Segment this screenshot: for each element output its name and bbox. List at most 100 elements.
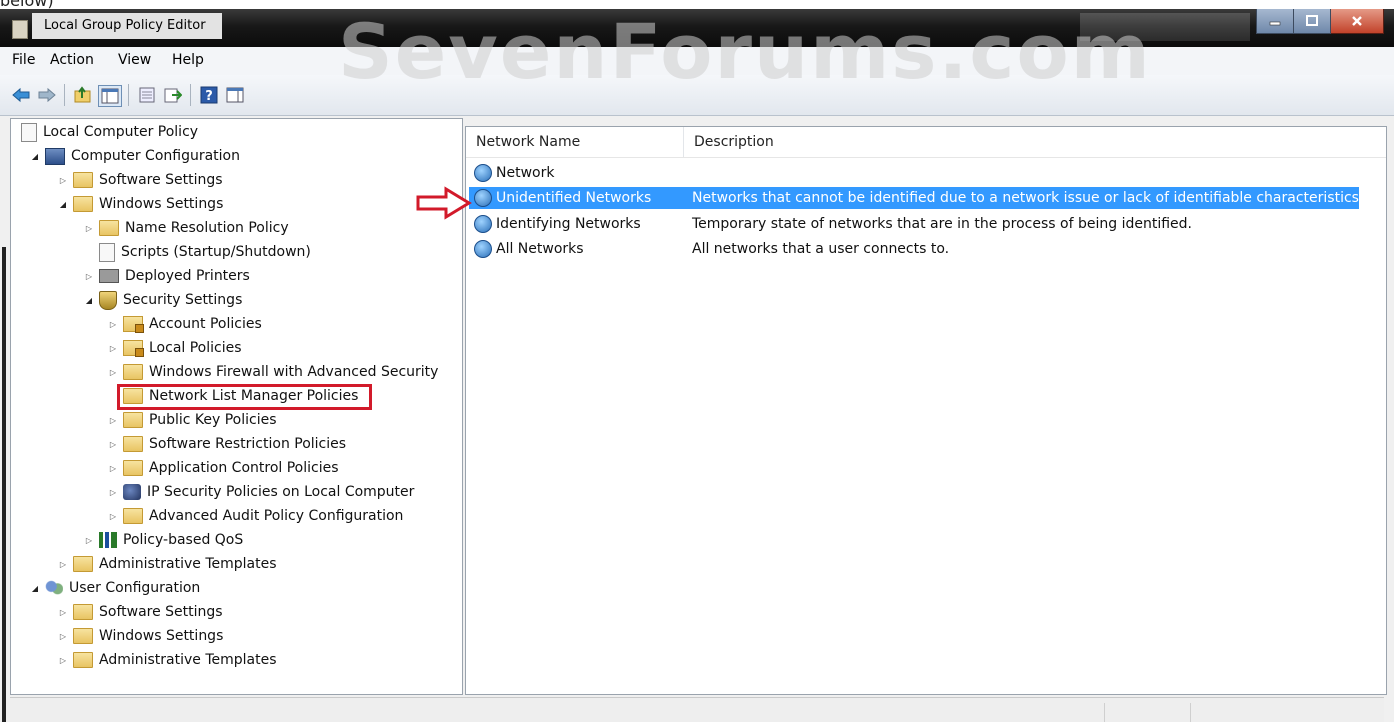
tree-item-computer-configuration[interactable]: ◢ Computer Configuration bbox=[29, 145, 240, 167]
network-name: Identifying Networks bbox=[496, 216, 641, 232]
annotation-highlight-box bbox=[117, 384, 372, 410]
tree-item-user-administrative-templates[interactable]: ▷ Administrative Templates bbox=[57, 649, 277, 671]
list-row-identifying-networks[interactable]: Identifying Networks Temporary state of … bbox=[469, 213, 1359, 235]
expand-arrow-icon[interactable]: ▷ bbox=[57, 176, 69, 185]
expand-arrow-icon[interactable]: ▷ bbox=[83, 224, 95, 233]
locked-folder-icon bbox=[123, 340, 144, 357]
users-icon bbox=[45, 580, 63, 596]
maximize-icon bbox=[1306, 15, 1318, 26]
show-hide-console-tree-button[interactable] bbox=[98, 85, 122, 107]
menu-help[interactable]: Help bbox=[172, 52, 204, 68]
tree-item-label: Windows Settings bbox=[99, 196, 224, 212]
printer-icon bbox=[99, 269, 119, 283]
expand-arrow-icon[interactable]: ▷ bbox=[83, 536, 95, 545]
menu-view[interactable]: View bbox=[118, 52, 151, 68]
expand-arrow-icon[interactable]: ▷ bbox=[57, 560, 69, 569]
tree-item-windows-firewall[interactable]: ▷ Windows Firewall with Advanced Securit… bbox=[107, 361, 438, 383]
tree-item-account-policies[interactable]: ▷ Account Policies bbox=[107, 313, 262, 335]
gpedit-app-icon bbox=[12, 20, 28, 39]
tree-item-label: Local Policies bbox=[149, 340, 242, 356]
export-list-button[interactable] bbox=[162, 85, 184, 105]
expand-arrow-icon[interactable]: ▷ bbox=[107, 440, 119, 449]
tree-item-label: Account Policies bbox=[149, 316, 262, 332]
expand-arrow-icon[interactable]: ▷ bbox=[57, 608, 69, 617]
back-button[interactable] bbox=[10, 85, 32, 105]
expand-arrow-icon[interactable]: ▷ bbox=[83, 272, 95, 281]
tree-item-public-key-policies[interactable]: ▷ Public Key Policies bbox=[107, 409, 277, 431]
tree-item-administrative-templates[interactable]: ▷ Administrative Templates bbox=[57, 553, 277, 575]
expand-arrow-icon[interactable]: ▷ bbox=[107, 368, 119, 377]
tree-item-ip-security-policies[interactable]: ▷ IP Security Policies on Local Computer bbox=[107, 481, 414, 503]
close-icon bbox=[1352, 16, 1362, 26]
maximize-button[interactable] bbox=[1294, 9, 1331, 34]
show-hide-action-pane-button[interactable] bbox=[224, 85, 246, 105]
list-row-all-networks[interactable]: All Networks All networks that a user co… bbox=[469, 238, 1359, 260]
menu-file[interactable]: File bbox=[12, 52, 35, 68]
network-icon bbox=[474, 189, 492, 207]
tree-item-security-settings[interactable]: ◢ Security Settings bbox=[83, 289, 242, 311]
network-description: Networks that cannot be identified due t… bbox=[692, 190, 1364, 206]
tree-item-deployed-printers[interactable]: ▷ Deployed Printers bbox=[83, 265, 250, 287]
column-header-description[interactable]: Description bbox=[684, 127, 1384, 157]
collapse-arrow-icon[interactable]: ◢ bbox=[29, 152, 41, 161]
security-shield-icon bbox=[99, 290, 117, 310]
tree-item-user-software-settings[interactable]: ▷ Software Settings bbox=[57, 601, 223, 623]
tree-item-user-windows-settings[interactable]: ▷ Windows Settings bbox=[57, 625, 223, 647]
network-icon bbox=[474, 164, 492, 182]
tree-item-label: Scripts (Startup/Shutdown) bbox=[121, 244, 311, 260]
tree-item-label: Application Control Policies bbox=[149, 460, 339, 476]
network-icon bbox=[474, 215, 492, 233]
tree-item-label: Local Computer Policy bbox=[43, 124, 199, 140]
tree-item-policy-based-qos[interactable]: ▷ Policy-based QoS bbox=[83, 529, 243, 551]
collapse-arrow-icon[interactable]: ◢ bbox=[29, 584, 41, 593]
toolbar-separator bbox=[128, 84, 129, 106]
expand-arrow-icon[interactable]: ▷ bbox=[107, 464, 119, 473]
minimize-button[interactable] bbox=[1256, 9, 1294, 34]
folder-icon bbox=[73, 652, 93, 668]
close-button[interactable] bbox=[1331, 9, 1384, 34]
list-row-network[interactable]: Network bbox=[469, 162, 1359, 184]
list-row-unidentified-networks[interactable]: Unidentified Networks Networks that cann… bbox=[469, 187, 1363, 209]
expand-arrow-icon[interactable]: ▷ bbox=[107, 488, 119, 497]
properties-button[interactable] bbox=[136, 85, 158, 105]
status-bar-divider bbox=[1104, 703, 1105, 722]
tree-item-name-resolution-policy[interactable]: ▷ Name Resolution Policy bbox=[83, 217, 289, 239]
tree-item-software-settings[interactable]: ▷ Software Settings bbox=[57, 169, 223, 191]
title-bar[interactable]: Local Group Policy Editor bbox=[0, 9, 1394, 47]
tree-item-user-configuration[interactable]: ◢ User Configuration bbox=[29, 577, 200, 599]
expand-arrow-icon[interactable]: ▷ bbox=[107, 416, 119, 425]
folder-icon bbox=[73, 196, 93, 212]
tree-item-label: Policy-based QoS bbox=[123, 532, 244, 548]
tree-item-label: User Configuration bbox=[69, 580, 201, 596]
up-one-level-button[interactable] bbox=[72, 85, 94, 105]
expand-arrow-icon[interactable]: ▷ bbox=[57, 632, 69, 641]
expand-arrow-icon[interactable]: ▷ bbox=[107, 320, 119, 329]
expand-arrow-icon[interactable]: ▷ bbox=[107, 512, 119, 521]
tree-item-local-policies[interactable]: ▷ Local Policies bbox=[107, 337, 242, 359]
menu-action[interactable]: Action bbox=[50, 52, 94, 68]
forward-button[interactable] bbox=[36, 85, 58, 105]
show-hide-tree-icon bbox=[101, 88, 119, 104]
tree-item-label: Software Settings bbox=[99, 172, 223, 188]
column-header-network-name[interactable]: Network Name bbox=[466, 127, 684, 157]
tree-item-scripts[interactable]: Scripts (Startup/Shutdown) bbox=[95, 241, 311, 263]
expand-arrow-icon[interactable]: ▷ bbox=[57, 656, 69, 665]
tree-item-label: Software Settings bbox=[99, 604, 223, 620]
help-button[interactable]: ? bbox=[198, 85, 220, 105]
window-title: Local Group Policy Editor bbox=[32, 13, 222, 39]
tree-item-local-computer-policy[interactable]: Local Computer Policy bbox=[17, 121, 198, 143]
folder-icon bbox=[123, 460, 143, 476]
minimize-icon bbox=[1269, 21, 1281, 26]
tree-item-application-control-policies[interactable]: ▷ Application Control Policies bbox=[107, 457, 339, 479]
tree-item-software-restriction-policies[interactable]: ▷ Software Restriction Policies bbox=[107, 433, 346, 455]
show-hide-action-pane-icon bbox=[226, 87, 244, 103]
tree-item-windows-settings[interactable]: ◢ Windows Settings bbox=[57, 193, 223, 215]
mmc-window: Local Group Policy Editor SevenForums.co… bbox=[0, 9, 1394, 722]
collapse-arrow-icon[interactable]: ◢ bbox=[57, 200, 69, 209]
export-list-icon bbox=[164, 88, 182, 103]
policy-document-icon bbox=[21, 122, 37, 142]
back-icon bbox=[12, 87, 30, 103]
collapse-arrow-icon[interactable]: ◢ bbox=[83, 296, 95, 305]
tree-item-advanced-audit-policy[interactable]: ▷ Advanced Audit Policy Configuration bbox=[107, 505, 403, 527]
expand-arrow-icon[interactable]: ▷ bbox=[107, 344, 119, 353]
